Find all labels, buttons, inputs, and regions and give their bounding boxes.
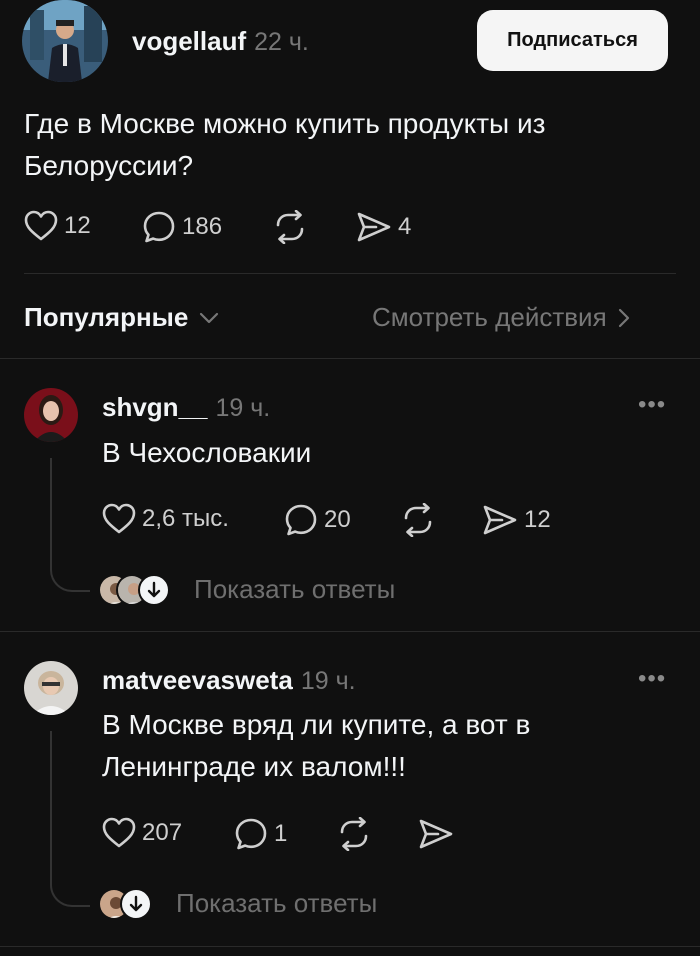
post-header: vogellauf 22 ч. <box>132 26 309 57</box>
divider <box>0 631 700 632</box>
reply-username[interactable]: matveevasweta <box>102 665 293 696</box>
post-comment-button[interactable]: 186 <box>142 210 222 244</box>
post-like-button[interactable]: 12 <box>24 210 91 242</box>
reply-share-button[interactable]: 12 <box>482 503 551 537</box>
post-share-count: 4 <box>398 213 412 240</box>
sort-dropdown[interactable]: Популярные <box>24 302 220 333</box>
thread-curve <box>50 568 90 592</box>
more-dots-icon[interactable]: ••• <box>638 667 666 691</box>
reply-text-line: Ленинграде их валом!!! <box>102 751 406 782</box>
post-time: 22 ч. <box>254 28 309 56</box>
reply-comment-button[interactable]: 20 <box>284 503 351 537</box>
post-comment-count: 186 <box>182 213 223 240</box>
divider <box>24 273 676 274</box>
post-like-count: 12 <box>64 212 91 239</box>
heart-icon <box>24 210 58 241</box>
post-username[interactable]: vogellauf <box>132 26 246 57</box>
chevron-right-icon <box>618 308 629 327</box>
heart-icon <box>102 503 136 534</box>
view-activity-label: Смотреть действия <box>372 302 607 332</box>
arrow-down-icon[interactable] <box>120 888 152 920</box>
post-author-avatar[interactable] <box>22 0 108 82</box>
reply-header: matveevasweta 19 ч. <box>102 665 356 696</box>
show-replies-link[interactable]: Показать ответы <box>194 574 395 605</box>
reply-time: 19 ч. <box>300 667 356 695</box>
reply-text-line: В Москве вряд ли купите, а вот в <box>102 709 531 740</box>
post-repost-button[interactable] <box>272 210 308 244</box>
reply-share-count: 12 <box>524 506 551 533</box>
send-icon <box>483 505 517 535</box>
thread-line <box>50 458 52 570</box>
comment-bubble-icon <box>143 211 175 243</box>
reply-text: В Москве вряд ли купите, а вот в Ленингр… <box>102 704 530 788</box>
reply-text: В Чехословакии <box>102 437 312 468</box>
post-text: Где в Москве можно купить продукты из Бе… <box>24 103 545 187</box>
reply-like-button[interactable]: 207 <box>102 817 182 849</box>
show-replies-link[interactable]: Показать ответы <box>176 888 377 919</box>
thread-curve <box>50 883 90 907</box>
reply-like-count: 207 <box>142 819 183 846</box>
reply-share-button[interactable] <box>418 817 454 851</box>
reply-header: shvgn__ 19 ч. <box>102 392 270 423</box>
reply-repost-button[interactable] <box>400 503 436 537</box>
reply-like-button[interactable]: 2,6 тыс. <box>102 503 229 535</box>
heart-icon <box>102 817 136 848</box>
arrow-down-icon[interactable] <box>138 574 170 606</box>
post-share-button[interactable]: 4 <box>356 210 411 244</box>
sort-label: Популярные <box>24 302 189 332</box>
repost-icon <box>340 817 368 851</box>
reply-comment-count: 20 <box>324 506 351 533</box>
post-text-line: Где в Москве можно купить продукты из <box>24 108 546 139</box>
reply-author-avatar[interactable] <box>24 388 78 442</box>
comment-bubble-icon <box>235 818 267 850</box>
reply-repost-button[interactable] <box>336 817 372 851</box>
reply-like-count: 2,6 тыс. <box>142 505 229 532</box>
more-dots-icon[interactable]: ••• <box>638 393 666 417</box>
post-text-line: Белоруссии? <box>24 150 194 181</box>
chevron-down-icon <box>200 312 219 323</box>
reply-time: 19 ч. <box>215 394 271 422</box>
send-icon <box>357 212 391 242</box>
repost-icon <box>276 210 304 244</box>
reply-author-avatar[interactable] <box>24 661 78 715</box>
comment-bubble-icon <box>285 504 317 536</box>
divider <box>0 946 700 947</box>
send-icon <box>419 819 453 849</box>
view-activity-link[interactable]: Смотреть действия <box>372 302 631 333</box>
reply-comment-button[interactable]: 1 <box>234 817 287 851</box>
thread-line <box>50 731 52 885</box>
reply-username[interactable]: shvgn__ <box>102 392 208 423</box>
divider <box>0 358 700 359</box>
reply-comment-count: 1 <box>274 820 288 847</box>
follow-button[interactable]: Подписаться <box>477 10 668 71</box>
repost-icon <box>404 503 432 537</box>
